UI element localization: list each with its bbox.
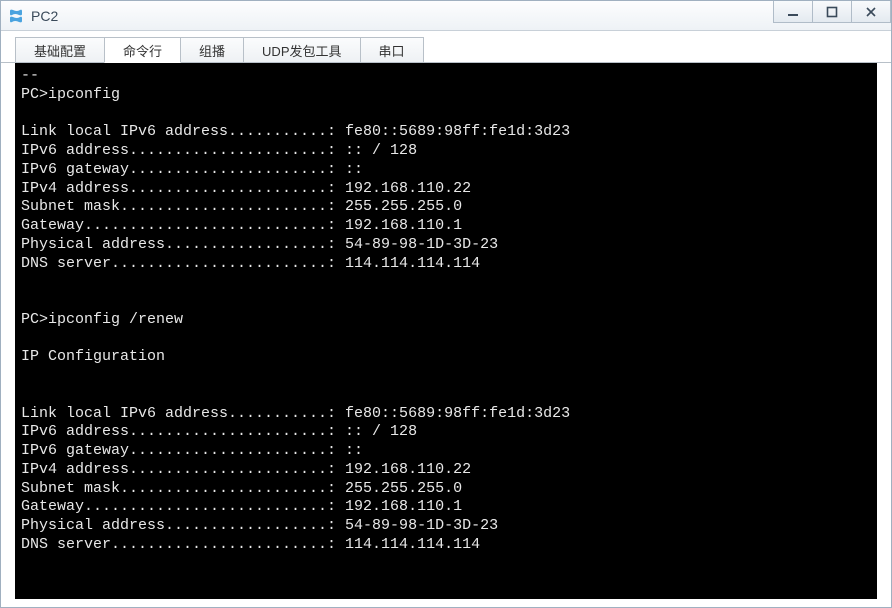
terminal[interactable]: -- PC>ipconfig Link local IPv6 address..… — [15, 63, 877, 599]
tab-label: 串口 — [379, 41, 405, 60]
tab-command-line[interactable]: 命令行 — [104, 37, 181, 63]
title-left: PC2 — [7, 7, 58, 25]
window-controls — [773, 1, 891, 30]
tabstrip: 基础配置 命令行 组播 UDP发包工具 串口 — [1, 31, 891, 63]
maximize-button[interactable] — [812, 1, 852, 23]
tab-udp-send[interactable]: UDP发包工具 — [243, 37, 360, 63]
close-button[interactable] — [851, 1, 891, 23]
terminal-container: -- PC>ipconfig Link local IPv6 address..… — [1, 62, 891, 607]
tab-multicast[interactable]: 组播 — [180, 37, 244, 63]
tab-serial[interactable]: 串口 — [360, 37, 424, 63]
minimize-button[interactable] — [773, 1, 813, 23]
tab-label: UDP发包工具 — [262, 41, 341, 60]
window-title: PC2 — [31, 8, 58, 24]
tab-label: 组播 — [199, 41, 225, 60]
titlebar: PC2 — [1, 1, 891, 31]
tab-basic-config[interactable]: 基础配置 — [15, 37, 105, 63]
tab-label: 基础配置 — [34, 41, 86, 60]
tab-label: 命令行 — [123, 41, 162, 60]
app-icon — [7, 7, 25, 25]
app-window: PC2 基础配置 命令行 组播 UDP发包工具 串口 -- PC>ipconfi… — [0, 0, 892, 608]
